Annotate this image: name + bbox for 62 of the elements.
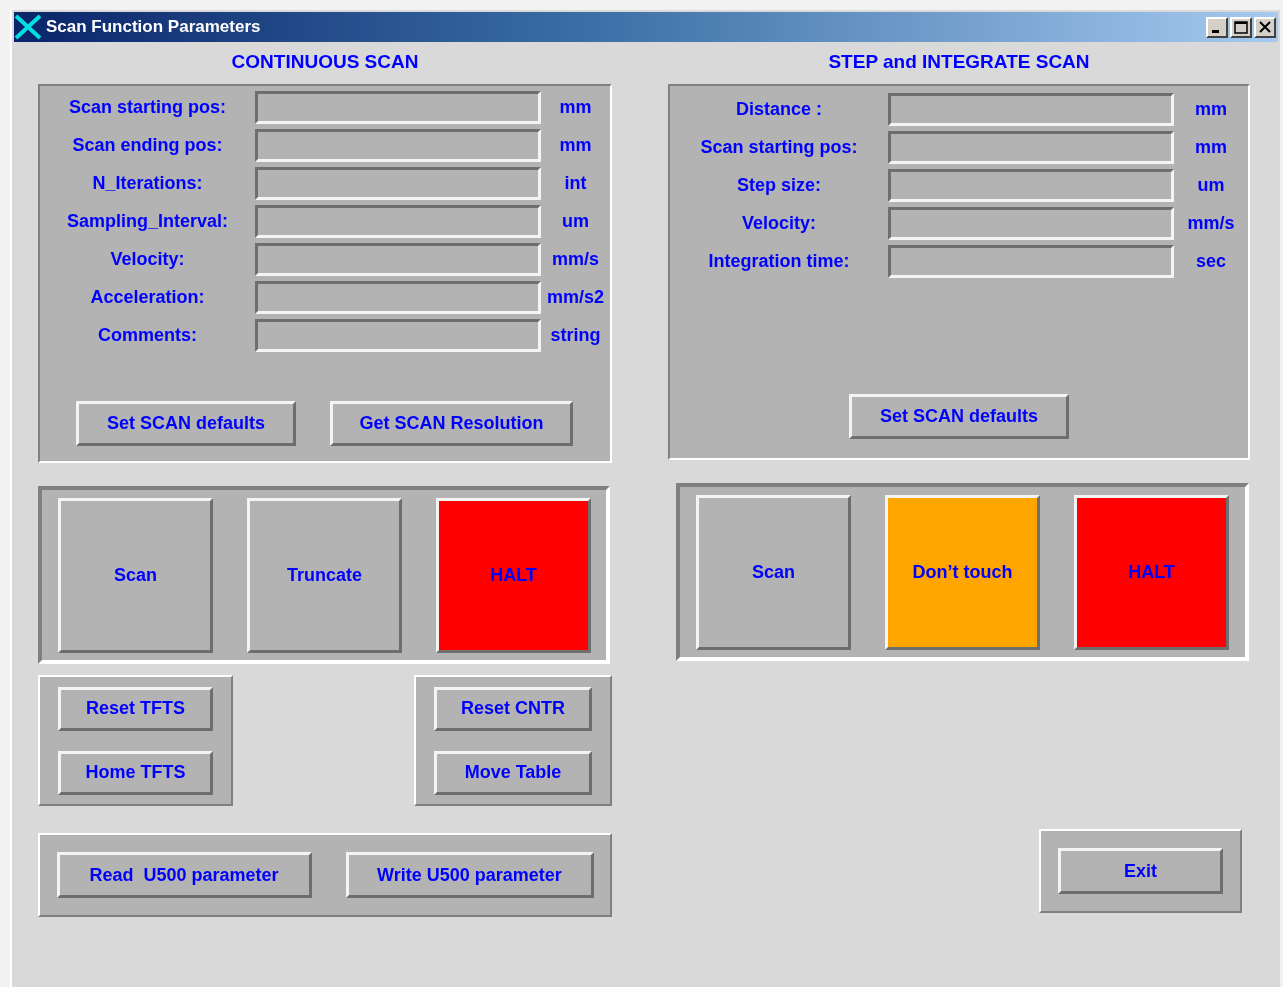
action-button[interactable]: Scan [696, 494, 851, 650]
x-logo-icon [14, 14, 42, 40]
field-label: Comments: [97, 324, 198, 346]
input-field[interactable] [255, 280, 541, 314]
field-label: Step size: [736, 174, 822, 196]
unit-label: sec [1194, 250, 1227, 272]
unit-label: um [1196, 174, 1226, 196]
unit-label: mm/s [551, 248, 600, 270]
input-field[interactable] [255, 318, 541, 352]
input-field[interactable] [888, 206, 1174, 240]
input-field[interactable] [888, 130, 1174, 164]
close-icon [1259, 21, 1271, 33]
u500-button[interactable]: Read U500 parameter [56, 852, 312, 898]
field-label: Velocity: [109, 248, 186, 270]
minimize-icon [1212, 29, 1219, 33]
cntr-button[interactable]: Move Table [434, 750, 592, 795]
resolution-button[interactable]: Get SCAN Resolution [330, 401, 573, 446]
input-field[interactable] [255, 242, 541, 276]
unit-label: int [563, 172, 588, 194]
unit-label: um [561, 210, 590, 232]
unit-label: mm [1194, 136, 1228, 158]
input-field[interactable] [888, 168, 1174, 202]
tfts-button[interactable]: Home TFTS [58, 750, 213, 795]
input-field[interactable] [888, 244, 1174, 278]
section-title: CONTINUOUS SCAN [230, 50, 420, 74]
unit-label: mm [1194, 98, 1228, 120]
input-field[interactable] [255, 166, 541, 200]
field-label: Sampling_Interval: [65, 210, 229, 232]
action-button[interactable]: HALT [436, 497, 591, 653]
field-label: Scan starting pos: [68, 96, 227, 118]
action-button[interactable]: Scan [58, 497, 213, 653]
set-defaults-button[interactable]: Set SCAN defaults [849, 394, 1069, 439]
maximize-icon [1234, 20, 1248, 34]
field-label: Integration time: [707, 250, 851, 272]
cntr-button[interactable]: Reset CNTR [434, 686, 592, 731]
close-button[interactable] [1254, 16, 1276, 38]
window-title: Scan Function Parameters [46, 17, 262, 37]
field-label: Acceleration: [89, 286, 206, 308]
set-defaults-button[interactable]: Set SCAN defaults [76, 401, 296, 446]
input-field[interactable] [255, 90, 541, 124]
unit-label: mm [558, 134, 593, 156]
minimize-button[interactable] [1206, 16, 1228, 38]
input-field[interactable] [255, 204, 541, 238]
u500-button[interactable]: Write U500 parameter [345, 852, 594, 898]
input-field[interactable] [888, 92, 1174, 126]
maximize-button[interactable] [1230, 16, 1252, 38]
field-label: Velocity: [741, 212, 817, 234]
field-label: N_Iterations: [91, 172, 204, 194]
field-label: Scan ending pos: [71, 134, 224, 156]
unit-label: mm/s [1186, 212, 1236, 234]
field-label: Scan starting pos: [699, 136, 859, 158]
input-field[interactable] [255, 128, 541, 162]
unit-label: mm [558, 96, 593, 118]
field-label: Distance : [735, 98, 823, 120]
tfts-button[interactable]: Reset TFTS [58, 686, 213, 731]
action-button[interactable]: Truncate [247, 497, 402, 653]
action-button[interactable]: HALT [1074, 494, 1229, 650]
action-button[interactable]: Don’t touch [885, 494, 1040, 650]
section-title: STEP and INTEGRATE SCAN [827, 50, 1091, 74]
exit-button[interactable]: Exit [1058, 848, 1223, 894]
unit-label: string [549, 324, 602, 346]
unit-label: mm/s2 [545, 286, 605, 308]
